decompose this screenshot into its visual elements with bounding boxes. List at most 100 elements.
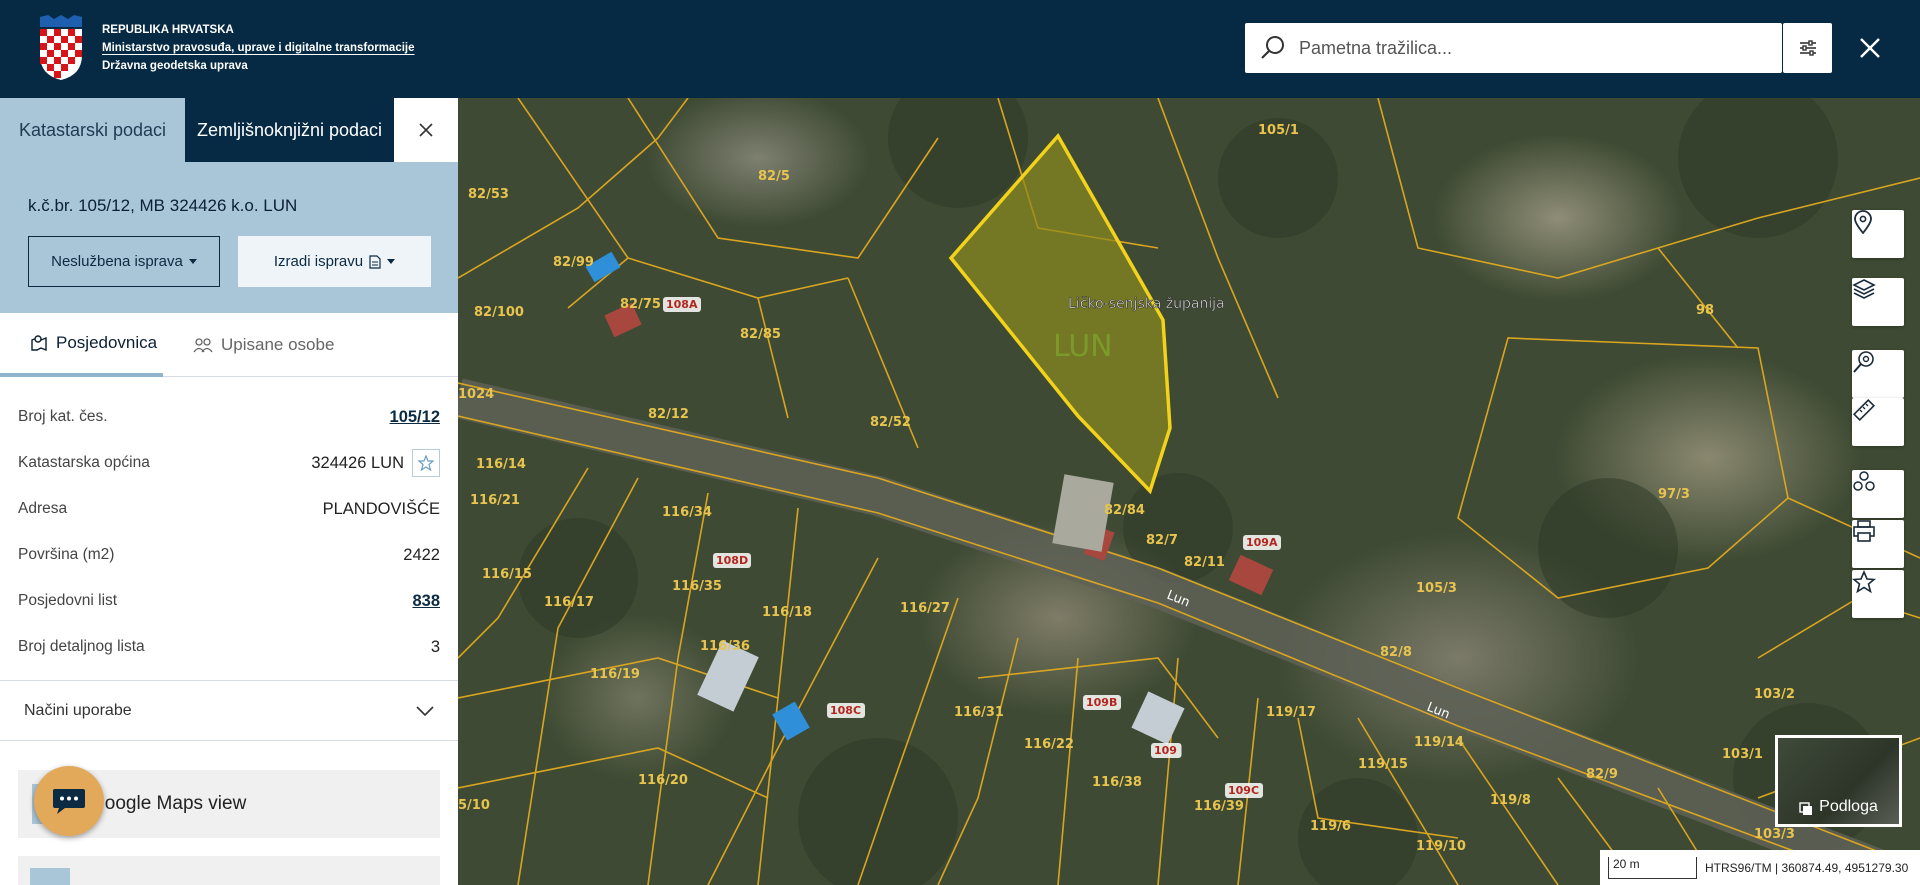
parcel-number-label: 119/6 bbox=[1310, 819, 1351, 834]
map-canvas: 105/1 82/5 82/53 82/99 82/75 82/100 82/85 82/12… bbox=[458, 98, 1920, 885]
caret-down-icon bbox=[387, 259, 396, 264]
parcel-number-label: 116/36 bbox=[700, 639, 750, 654]
subtab-registered-persons[interactable]: Upisane osobe bbox=[163, 313, 334, 377]
map-pin-icon bbox=[1854, 210, 1872, 234]
chevron-down-icon bbox=[416, 705, 434, 716]
sidebar-close-button[interactable] bbox=[394, 98, 458, 162]
info-value-wrap: 324426 LUN bbox=[311, 449, 440, 477]
secondary-card-thumb bbox=[30, 868, 70, 885]
ruler-icon bbox=[1852, 398, 1876, 422]
info-row-area: Površina (m2) 2422 bbox=[0, 532, 458, 578]
measure-button[interactable] bbox=[1852, 398, 1904, 446]
building-number-label: 108D bbox=[716, 554, 748, 567]
subtab-registered-persons-label: Upisane osobe bbox=[221, 335, 335, 354]
create-document-button[interactable]: Izradi ispravu bbox=[238, 236, 431, 287]
highlight-label: LUN bbox=[1053, 329, 1113, 364]
parcel-number-label: 119/14 bbox=[1414, 735, 1464, 750]
info-row-cadastral-municipality: Katastarska općina 324426 LUN bbox=[0, 440, 458, 486]
search-location-button[interactable] bbox=[1852, 350, 1904, 398]
building-number-label: 108C bbox=[830, 704, 861, 717]
parcel-number-label: 116/27 bbox=[900, 601, 950, 616]
print-button[interactable] bbox=[1852, 520, 1904, 568]
coordinates-readout: HTRS96/TM | 360874.49, 4951279.30 bbox=[1705, 860, 1909, 875]
parcel-number-label: 119/17 bbox=[1266, 705, 1316, 720]
detail-subtabs: Posjedovnica Upisane osobe bbox=[0, 313, 458, 377]
parcel-number-label: 116/35 bbox=[672, 579, 722, 594]
usage-accordion[interactable]: Načini uporabe bbox=[0, 680, 458, 741]
parcel-info-list: Broj kat. čes. 105/12 Katastarska općina… bbox=[0, 377, 458, 670]
favorites-button[interactable] bbox=[1852, 570, 1904, 618]
document-icon bbox=[369, 254, 381, 269]
info-row-detail-sheet: Broj detaljnog lista 3 bbox=[0, 624, 458, 670]
secondary-card[interactable] bbox=[18, 856, 440, 885]
info-label: Broj kat. čes. bbox=[18, 408, 108, 425]
search-filter-button[interactable] bbox=[1783, 23, 1832, 73]
favorite-button[interactable] bbox=[412, 449, 440, 477]
layers-button[interactable] bbox=[1852, 278, 1904, 326]
parcel-number-label: 119/10 bbox=[1416, 839, 1466, 854]
google-maps-label: Google Maps view bbox=[90, 793, 247, 814]
star-icon bbox=[1852, 570, 1876, 594]
croatia-coat-of-arms-icon[interactable] bbox=[38, 15, 84, 81]
caret-down-icon bbox=[188, 259, 197, 264]
parcel-number-label: 116/17 bbox=[544, 595, 594, 610]
parcel-number-label: 105/1 bbox=[1258, 123, 1299, 138]
parcel-number-label: 1024 bbox=[458, 387, 494, 402]
info-label: Katastarska općina bbox=[18, 454, 150, 471]
parcel-number-label: 116/14 bbox=[476, 457, 526, 472]
close-button[interactable] bbox=[1850, 28, 1890, 68]
basemap-icon bbox=[1799, 802, 1813, 815]
building-number-label: 109C bbox=[1228, 784, 1259, 797]
parcel-number-label: 82/53 bbox=[468, 187, 509, 202]
parcel-number-label: 82/100 bbox=[474, 305, 524, 320]
info-label: Broj detaljnog lista bbox=[18, 638, 145, 655]
tab-cadastral-data[interactable]: Katastarski podaci bbox=[0, 98, 185, 162]
parcel-number-label: 103/3 bbox=[1754, 827, 1795, 842]
parcel-number-label: 103/1 bbox=[1722, 747, 1763, 762]
parcel-number-label: 116/39 bbox=[1194, 799, 1244, 814]
shapes-icon bbox=[1853, 471, 1875, 491]
detail-sheet-value: 3 bbox=[430, 637, 440, 656]
locate-pin-button[interactable] bbox=[1852, 210, 1904, 258]
search-input[interactable] bbox=[1299, 37, 1739, 59]
printer-icon bbox=[1853, 520, 1875, 542]
draw-button[interactable] bbox=[1852, 470, 1904, 518]
parcel-number-label: 116/20 bbox=[638, 773, 688, 788]
building-number-label: 108A bbox=[666, 298, 698, 311]
parcel-number-link[interactable]: 105/12 bbox=[390, 408, 440, 427]
parcel-number-label: 98 bbox=[1696, 303, 1714, 318]
parcel-number-label: 82/85 bbox=[740, 327, 781, 342]
unofficial-document-button[interactable]: Neslužbena isprava bbox=[28, 236, 220, 287]
parcel-number-label: 116/15 bbox=[482, 567, 532, 582]
parcel-number-label: 97/3 bbox=[1658, 487, 1690, 502]
map-view[interactable]: 105/1 82/5 82/53 82/99 82/75 82/100 82/85 82/12… bbox=[458, 98, 1920, 885]
info-row-address: Adresa PLANDOVIŠĆE bbox=[0, 486, 458, 532]
info-label: Površina (m2) bbox=[18, 546, 115, 563]
parcel-number-label: 5/10 bbox=[458, 798, 490, 813]
info-row-possession-sheet: Posjedovni list 838 bbox=[0, 578, 458, 624]
chat-button[interactable] bbox=[34, 766, 104, 836]
building-number-label: 109B bbox=[1086, 696, 1117, 709]
parcel-number-label: 103/2 bbox=[1754, 687, 1795, 702]
area-value: 2422 bbox=[403, 545, 440, 564]
app-header: REPUBLIKA HRVATSKA Ministarstvo pravosuđ… bbox=[0, 0, 1920, 98]
parcel-number-label: 116/34 bbox=[662, 505, 712, 520]
basemap-switcher[interactable]: Podloga bbox=[1775, 735, 1902, 827]
scale-bar: 20 m bbox=[1608, 856, 1697, 879]
gov-line-3: Državna geodetska uprava bbox=[102, 60, 248, 72]
parcel-number-label: 116/18 bbox=[762, 605, 812, 620]
layers-icon bbox=[1852, 279, 1876, 299]
gov-line-2: Ministarstvo pravosuđa, uprave i digital… bbox=[102, 42, 415, 54]
usage-accordion-label: Načini uporabe bbox=[24, 701, 132, 719]
cadastral-municipality-value: 324426 LUN bbox=[311, 453, 404, 472]
parcel-number-label: 82/99 bbox=[553, 255, 594, 270]
star-icon bbox=[418, 455, 434, 471]
possession-sheet-link[interactable]: 838 bbox=[412, 592, 440, 611]
scale-and-coordinates: 20 m HTRS96/TM | 360874.49, 4951279.30 bbox=[1600, 850, 1920, 885]
tab-land-registry-data[interactable]: Zemljišnoknjižni podaci bbox=[185, 98, 394, 162]
building-number-label: 109 bbox=[1154, 744, 1177, 757]
parcel-number-label: 82/11 bbox=[1184, 555, 1225, 570]
search-box bbox=[1245, 23, 1782, 73]
subtab-possession[interactable]: Posjedovnica bbox=[0, 313, 163, 377]
location-search-icon bbox=[1853, 351, 1874, 373]
